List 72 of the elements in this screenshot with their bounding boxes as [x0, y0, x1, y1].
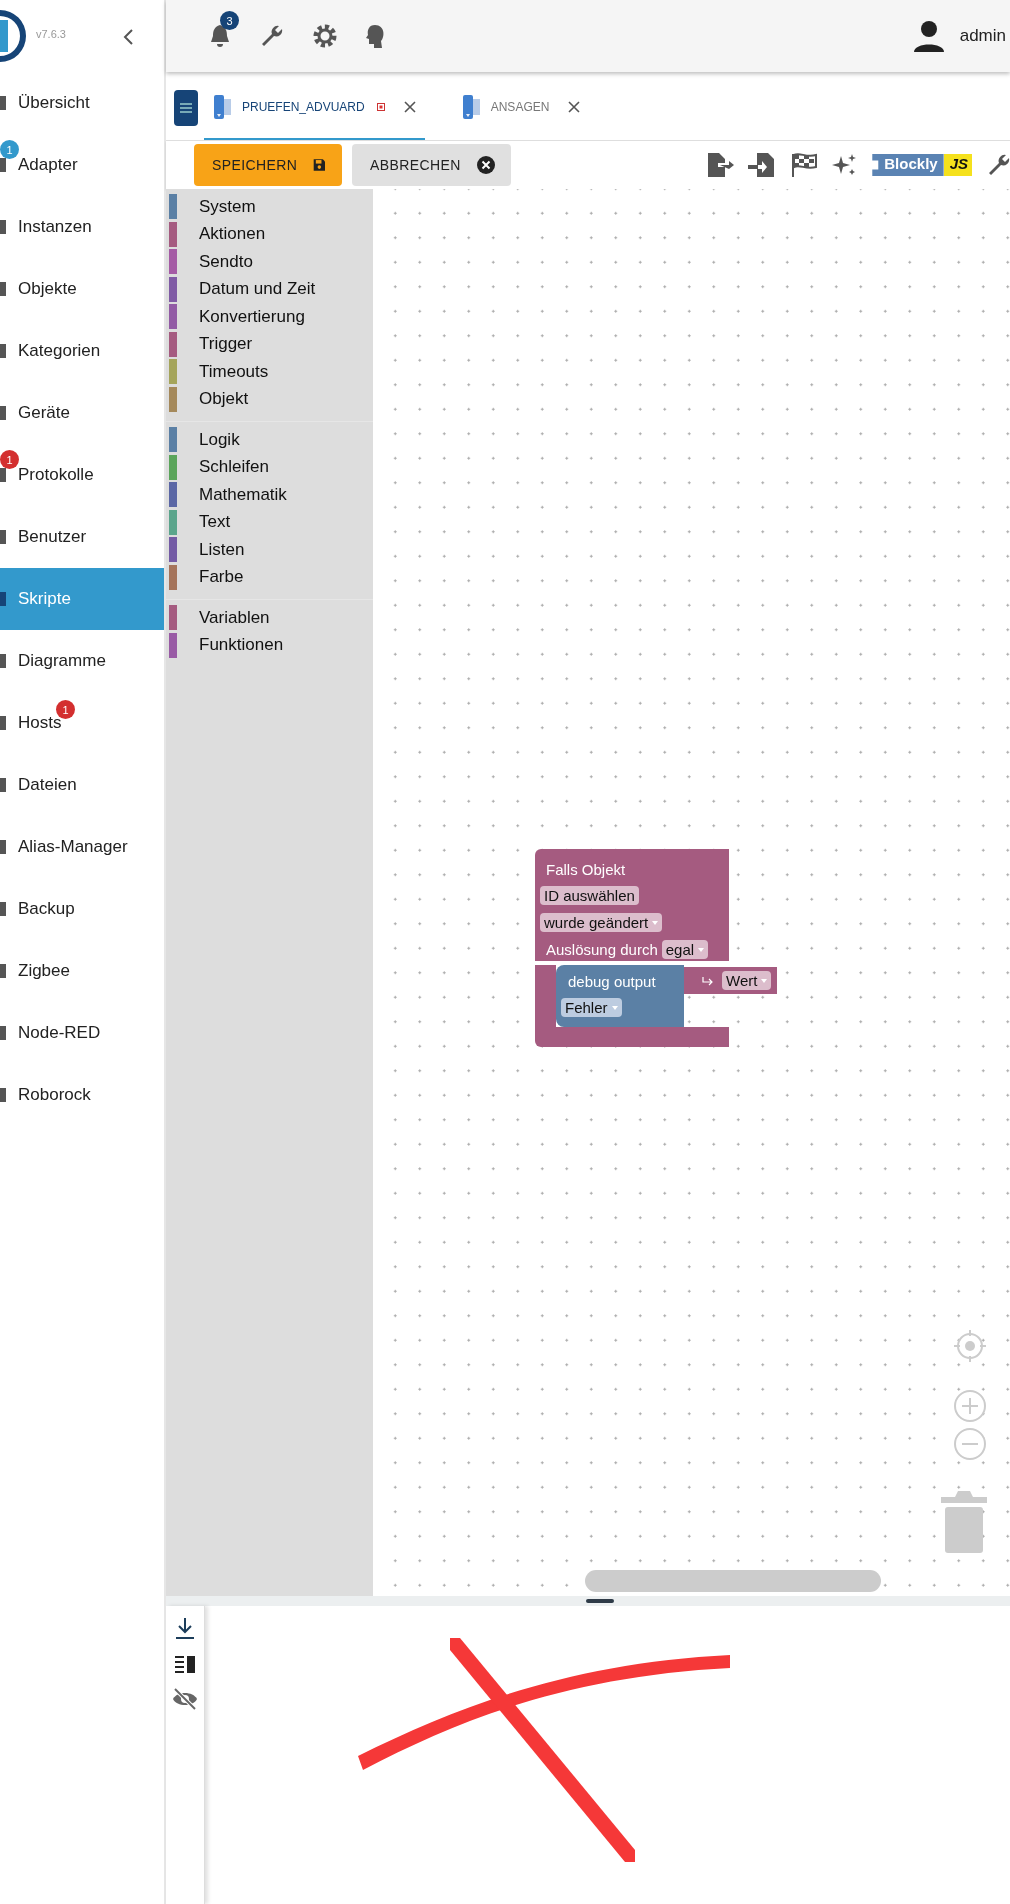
- script-file-icon: [212, 94, 234, 120]
- toolbox-category[interactable]: Variablen: [166, 604, 373, 632]
- block-label: Falls Objekt: [545, 860, 627, 880]
- checkered-flag-icon[interactable]: [790, 152, 819, 178]
- toolbox-category[interactable]: Aktionen: [166, 220, 373, 248]
- chevron-left-icon[interactable]: [122, 28, 134, 46]
- count-badge: 1: [0, 140, 19, 159]
- count-badge: 1: [56, 700, 75, 719]
- toolbox-category[interactable]: Timeouts: [166, 358, 373, 386]
- sidebar-item[interactable]: Benutzer: [0, 506, 164, 568]
- close-icon[interactable]: [402, 100, 417, 114]
- arrow-icon: [702, 975, 714, 986]
- toolbox-category[interactable]: Listen: [166, 536, 373, 564]
- sidebar-item[interactable]: Protokolle 1: [0, 444, 164, 506]
- close-icon: [476, 156, 495, 174]
- count-badge: 1: [0, 450, 19, 469]
- script-tab[interactable]: ANSAGEN: [452, 76, 590, 140]
- sidebar-item[interactable]: Instanzen: [0, 196, 164, 258]
- toolbox-category[interactable]: Sendto: [166, 248, 373, 276]
- save-icon: [313, 156, 326, 174]
- cancel-button[interactable]: ABBRECHEN: [352, 144, 511, 186]
- sidebar-item[interactable]: Objekte: [0, 258, 164, 320]
- columns-icon[interactable]: [174, 1654, 196, 1674]
- script-tab[interactable]: PRUEFEN_ADVUARD: [204, 76, 425, 140]
- toolbox-category[interactable]: Trigger: [166, 330, 373, 358]
- sidebar-item[interactable]: Hosts 1: [0, 692, 164, 754]
- close-icon[interactable]: [567, 100, 582, 114]
- sidebar-item[interactable]: Dateien: [0, 754, 164, 816]
- level-dropdown[interactable]: Fehler: [561, 998, 622, 1017]
- sidebar-item[interactable]: Übersicht: [0, 72, 164, 134]
- toolbox-category[interactable]: Mathematik: [166, 481, 373, 509]
- sidebar-item[interactable]: Kategorien: [0, 320, 164, 382]
- toolbox-category[interactable]: Datum und Zeit: [166, 275, 373, 303]
- scrollbar[interactable]: [585, 1570, 881, 1592]
- sidebar-item[interactable]: Alias-Manager: [0, 816, 164, 878]
- toolbox-category[interactable]: Text: [166, 508, 373, 536]
- user-icon[interactable]: [911, 20, 946, 52]
- version-label: v7.6.3: [36, 28, 66, 40]
- toolbox-category[interactable]: Schleifen: [166, 453, 373, 481]
- debug-block[interactable]: debug output Fehler: [556, 965, 684, 1027]
- event-dropdown[interactable]: wurde geändert: [540, 913, 663, 932]
- resize-handle[interactable]: [586, 1599, 614, 1603]
- trigger-dropdown[interactable]: egal: [661, 940, 709, 959]
- settings-icon[interactable]: [312, 23, 338, 49]
- script-file-icon: [460, 94, 483, 120]
- bell-icon[interactable]: [208, 23, 232, 49]
- sidebar-item[interactable]: Zigbee: [0, 940, 164, 1002]
- sidebar-item[interactable]: Roborock: [0, 1064, 164, 1126]
- sidebar-item[interactable]: Diagramme: [0, 630, 164, 692]
- toolbox-category[interactable]: Funktionen: [166, 631, 373, 659]
- sidebar-item[interactable]: Adapter 1: [0, 134, 164, 196]
- notification-badge: 3: [220, 11, 239, 30]
- sidebar-item[interactable]: Backup: [0, 878, 164, 940]
- sidebar-item[interactable]: Geräte: [0, 382, 164, 444]
- toolbox-category[interactable]: Objekt: [166, 385, 373, 413]
- toolbox-category[interactable]: Konvertierung: [166, 303, 373, 331]
- download-icon[interactable]: [174, 1616, 196, 1640]
- sidebar-item[interactable]: Node-RED: [0, 1002, 164, 1064]
- id-field[interactable]: ID auswählen: [540, 886, 639, 905]
- save-button[interactable]: SPEICHERN: [194, 144, 342, 186]
- menu-button[interactable]: [174, 90, 198, 126]
- user-name[interactable]: admin: [959, 26, 1006, 46]
- value-block[interactable]: Wert: [684, 967, 777, 994]
- toolbox-category[interactable]: Logik: [166, 426, 373, 454]
- block-label: Auslösung durch: [545, 941, 658, 958]
- toolbox-category[interactable]: System: [166, 193, 373, 221]
- toolbox-category[interactable]: Farbe: [166, 563, 373, 591]
- eye-off-icon[interactable]: [172, 1688, 198, 1710]
- import-icon[interactable]: [748, 152, 777, 178]
- export-icon[interactable]: [706, 152, 735, 178]
- trigger-block[interactable]: Falls Objekt ID auswählen wurde geändert Auslösung durch egal debug output Fehler Wert: [535, 849, 777, 1047]
- block-label: debug output: [567, 972, 657, 992]
